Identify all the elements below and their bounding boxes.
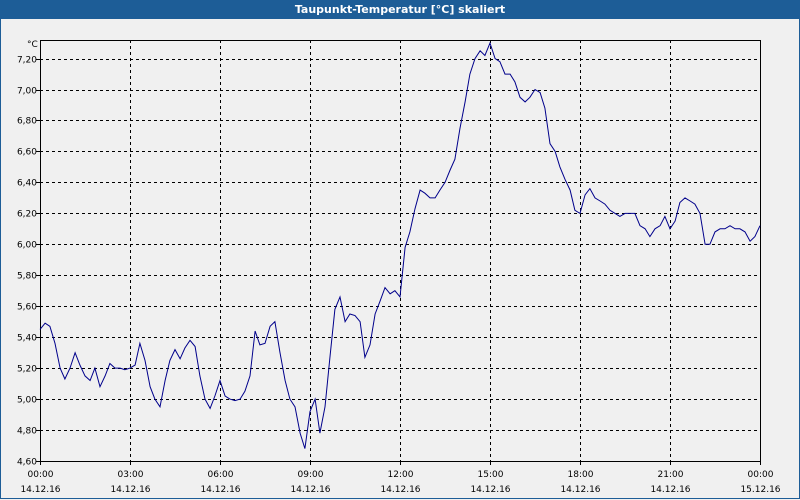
y-tick-label: 5,20 <box>17 365 37 375</box>
y-tick-label: 6,40 <box>17 179 37 189</box>
y-tick-label: 6,60 <box>17 148 37 158</box>
x-tick-label-date: 15.12.16 <box>740 485 780 495</box>
x-axis-ticks: 00:00 14.12.16 03:00 14.12.16 06:00 14.12.16 0… <box>20 461 781 495</box>
x-tick-label-date: 14.12.16 <box>650 485 690 495</box>
x-tick-label-time: 00:00 <box>748 470 774 480</box>
y-tick-label: 5,00 <box>17 396 37 406</box>
x-tick-label-time: 03:00 <box>118 470 144 480</box>
x-tick-label-date: 14.12.16 <box>200 485 240 495</box>
y-tick-label: 5,80 <box>17 272 37 282</box>
y-axis-unit-label: °C <box>27 40 38 50</box>
x-tick-label-time: 06:00 <box>208 470 234 480</box>
x-tick-label-time: 12:00 <box>388 470 414 480</box>
y-tick-label: 6,20 <box>17 210 37 220</box>
x-tick-label-date: 14.12.16 <box>470 485 510 495</box>
y-tick-label: 7,20 <box>17 56 37 66</box>
x-tick-label-date: 14.12.16 <box>560 485 600 495</box>
chart-canvas: °C 00:00 14.12.16 03:00 14.12.16 06:00 14.12.… <box>17 40 781 495</box>
x-tick-label-time: 21:00 <box>658 470 684 480</box>
x-tick-label-date: 14.12.16 <box>20 485 60 495</box>
x-tick-label-date: 14.12.16 <box>380 485 420 495</box>
x-tick-label-time: 00:00 <box>28 470 54 480</box>
y-tick-label: 5,60 <box>17 303 37 313</box>
grid-lines <box>40 40 760 462</box>
x-tick-label-date: 14.12.16 <box>110 485 150 495</box>
y-tick-label: 4,80 <box>17 427 37 437</box>
y-tick-label: 5,40 <box>17 334 37 344</box>
y-tick-label: 4,60 <box>17 458 37 468</box>
y-tick-label: 6,00 <box>17 241 37 251</box>
y-tick-label: 6,80 <box>17 117 37 127</box>
x-tick-label-date: 14.12.16 <box>290 485 330 495</box>
y-tick-label: 7,00 <box>17 87 37 97</box>
x-tick-label-time: 15:00 <box>478 470 504 480</box>
x-tick-label-time: 09:00 <box>298 470 324 480</box>
y-axis-ticks: 7,20 7,00 6,80 6,60 6,40 6,20 6,00 5,80 5,60 5,40… <box>17 56 40 468</box>
x-tick-label-time: 18:00 <box>568 470 594 480</box>
